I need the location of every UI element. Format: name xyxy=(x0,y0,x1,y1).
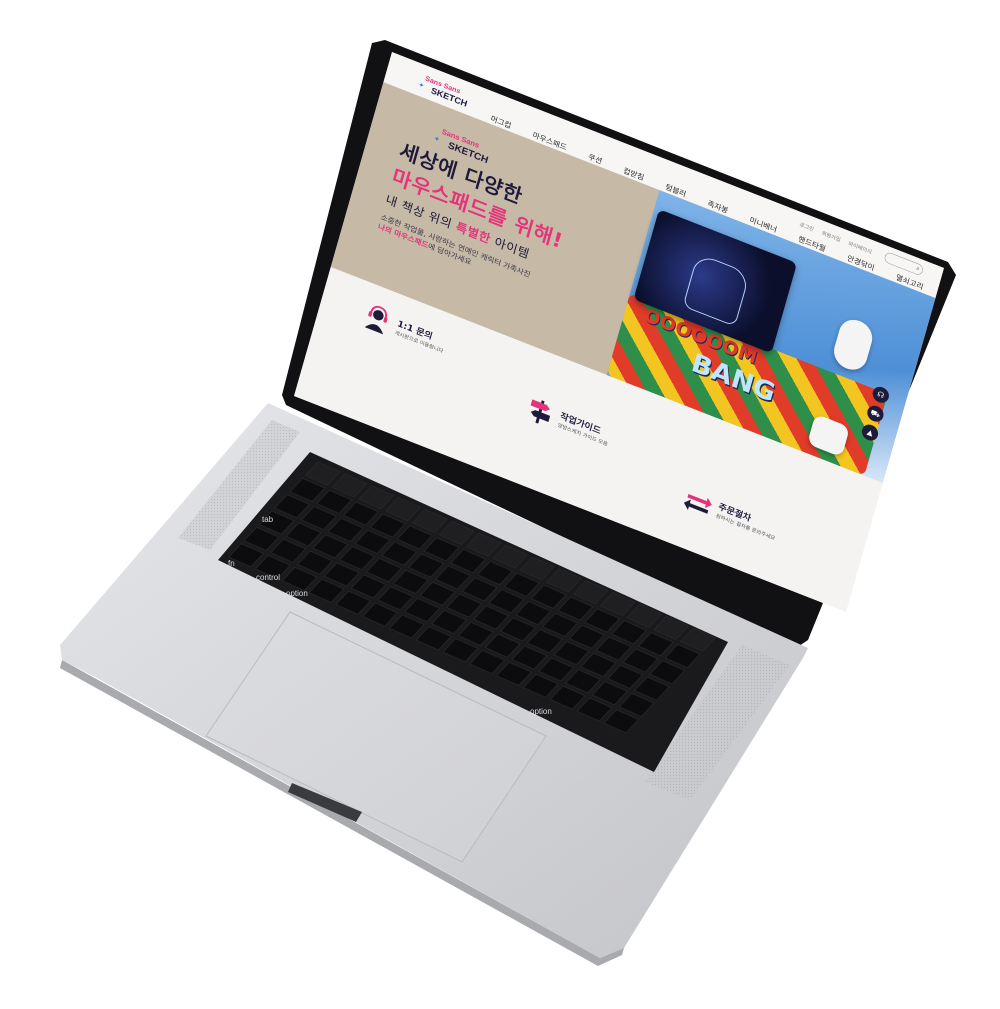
key-option-label: option xyxy=(286,589,308,598)
key-control-label: control xyxy=(256,573,280,582)
key-fn-label: fn xyxy=(228,559,235,568)
keyboard-labels: fn control option option tab xyxy=(228,515,552,716)
laptop-mockup: Sans Sans SKETCH ✦ 로그인 회원가입 마이페이지 ⌕ 머그컵 … xyxy=(0,0,1000,1009)
key-option-right-label: option xyxy=(530,707,552,716)
key-tab-label: tab xyxy=(262,515,274,524)
